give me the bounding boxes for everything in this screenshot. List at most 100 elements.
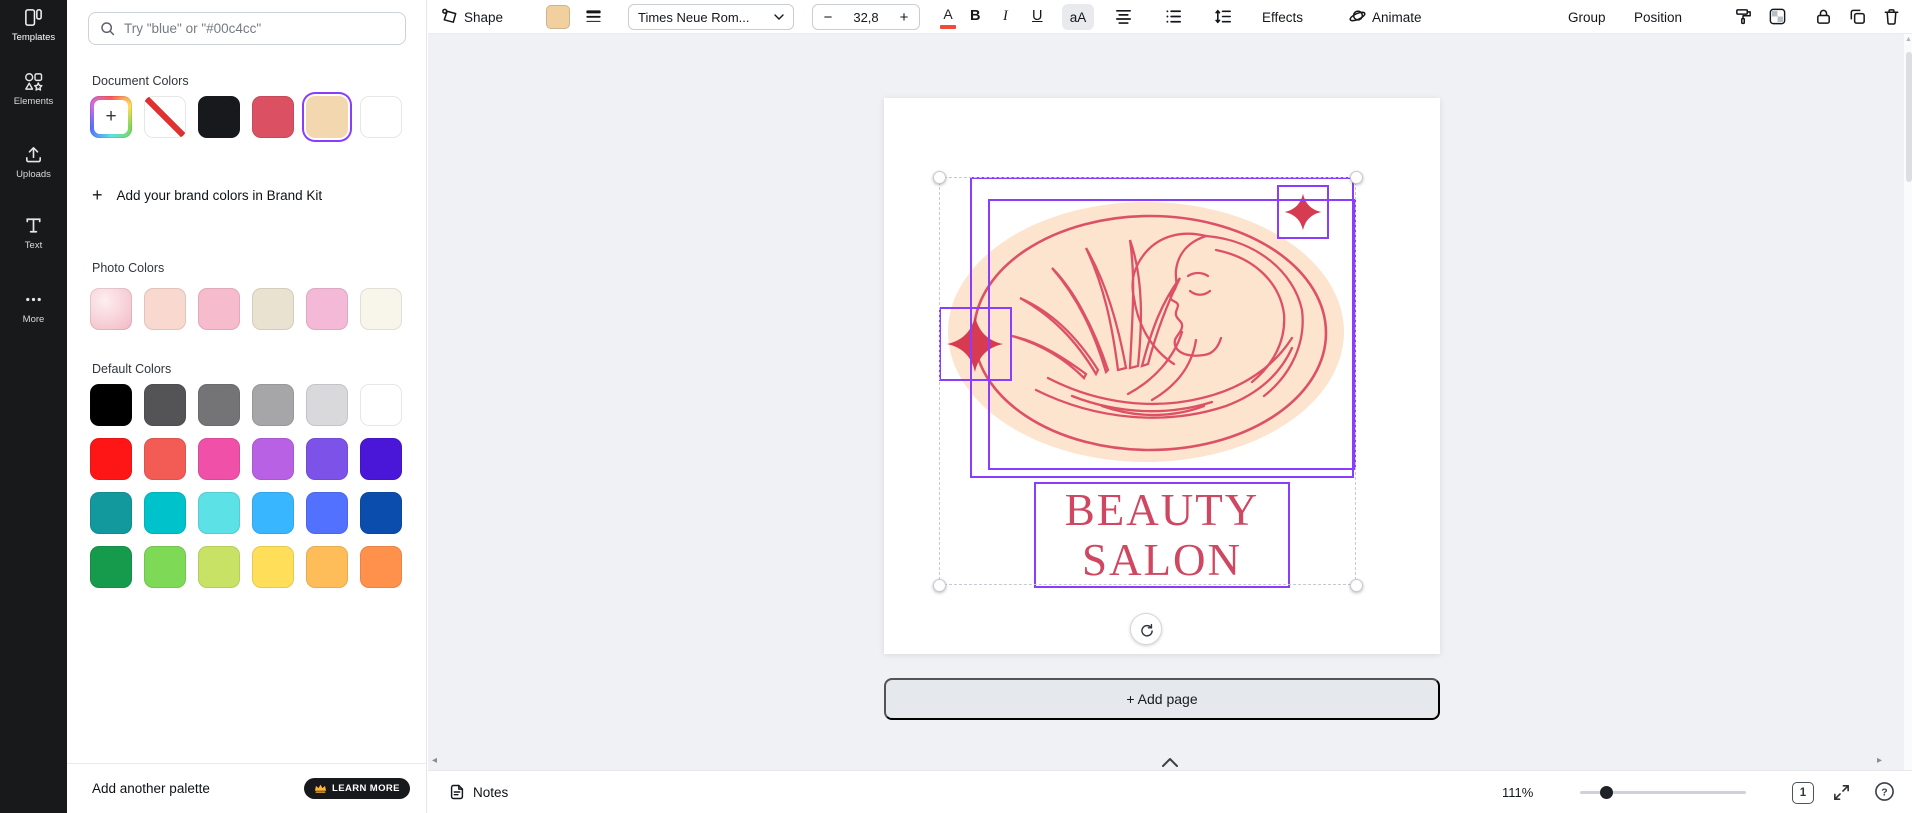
vertical-scrollbar[interactable]: ▲: [1903, 34, 1912, 770]
sidebar-item-uploads[interactable]: Uploads: [0, 144, 67, 180]
photo-color-swatch[interactable]: [198, 288, 240, 330]
transparency-icon[interactable]: [1768, 7, 1787, 26]
document-colors-title: Document Colors: [92, 74, 189, 88]
color-swatch-red[interactable]: [252, 96, 294, 138]
zoom-level[interactable]: 111%: [1502, 785, 1533, 800]
scroll-left-icon[interactable]: ◂: [432, 755, 437, 766]
fill-color-swatch[interactable]: [546, 5, 570, 29]
resize-handle-top-right[interactable]: [1350, 171, 1363, 184]
default-color-swatch[interactable]: [144, 384, 186, 426]
scroll-up-icon[interactable]: ▲: [1905, 36, 1912, 43]
spacing-icon[interactable]: [1214, 7, 1233, 26]
default-color-swatch[interactable]: [198, 384, 240, 426]
add-another-palette-link[interactable]: Add another palette: [92, 781, 210, 796]
notes-button[interactable]: Notes: [448, 783, 508, 801]
decrease-font-size-button[interactable]: −: [813, 9, 843, 26]
default-color-swatch[interactable]: [252, 438, 294, 480]
color-swatch-peach-selected[interactable]: [306, 96, 348, 138]
case-button[interactable]: aA: [1062, 4, 1094, 30]
default-color-swatch[interactable]: [198, 438, 240, 480]
text-color-bar: [940, 25, 956, 29]
default-color-swatch[interactable]: [306, 438, 348, 480]
bold-button[interactable]: B: [970, 8, 980, 24]
expand-panel-chevron[interactable]: [1161, 757, 1179, 768]
border-style-icon[interactable]: [584, 7, 603, 26]
rotate-handle[interactable]: [1130, 613, 1162, 645]
rail-item-label: Elements: [0, 96, 67, 107]
help-icon[interactable]: ?: [1874, 781, 1895, 802]
default-color-swatch[interactable]: [306, 546, 348, 588]
default-color-swatch[interactable]: [360, 492, 402, 534]
selection-bounding-box[interactable]: [939, 177, 1356, 585]
search-input[interactable]: [124, 21, 395, 36]
position-button[interactable]: Position: [1634, 10, 1682, 25]
color-swatch-white[interactable]: [360, 96, 402, 138]
duplicate-icon[interactable]: [1848, 7, 1867, 26]
scroll-right-icon[interactable]: ▸: [1877, 755, 1882, 766]
list-icon[interactable]: [1164, 7, 1183, 26]
lock-icon[interactable]: [1814, 7, 1833, 26]
chevron-down-icon: [774, 14, 784, 20]
color-swatch-black[interactable]: [198, 96, 240, 138]
default-color-swatch[interactable]: [90, 438, 132, 480]
text-color-button[interactable]: A: [938, 6, 958, 29]
photo-color-swatch[interactable]: [144, 288, 186, 330]
effects-button[interactable]: Effects: [1262, 10, 1303, 25]
default-color-swatch[interactable]: [360, 384, 402, 426]
shape-icon[interactable]: [440, 7, 459, 26]
add-page-button[interactable]: + Add page: [884, 678, 1440, 720]
sidebar-item-text[interactable]: Text: [0, 215, 67, 251]
shape-button[interactable]: Shape: [464, 10, 503, 25]
resize-handle-bottom-left[interactable]: [933, 579, 946, 592]
font-family-select[interactable]: Times Neue Rom...: [628, 4, 794, 30]
photo-color-swatch[interactable]: [360, 288, 402, 330]
animate-button[interactable]: Animate: [1372, 10, 1422, 25]
add-color-swatch[interactable]: +: [90, 96, 132, 138]
no-color-swatch[interactable]: [144, 96, 186, 138]
default-color-swatch[interactable]: [198, 546, 240, 588]
animate-icon[interactable]: [1348, 7, 1367, 26]
sidebar-item-more[interactable]: More: [0, 289, 67, 325]
default-color-swatch[interactable]: [90, 384, 132, 426]
default-color-swatch[interactable]: [252, 384, 294, 426]
photo-color-swatch[interactable]: [252, 288, 294, 330]
default-color-swatch[interactable]: [144, 438, 186, 480]
copy-style-icon[interactable]: [1734, 7, 1753, 26]
svg-text:?: ?: [1881, 786, 1887, 798]
italic-button[interactable]: I: [1003, 8, 1008, 25]
default-color-swatch[interactable]: [198, 492, 240, 534]
learn-more-badge[interactable]: LEARN MORE: [304, 778, 410, 799]
plus-icon: +: [92, 186, 103, 204]
default-color-swatch[interactable]: [90, 492, 132, 534]
photo-color-swatch[interactable]: [90, 288, 132, 330]
default-color-swatch[interactable]: [252, 546, 294, 588]
zoom-slider-thumb[interactable]: [1600, 786, 1613, 799]
default-color-swatch[interactable]: [144, 546, 186, 588]
default-color-swatch[interactable]: [306, 384, 348, 426]
default-color-swatch[interactable]: [306, 492, 348, 534]
default-color-swatch[interactable]: [90, 546, 132, 588]
default-colors-row-1: [90, 384, 402, 426]
fullscreen-icon[interactable]: [1832, 783, 1851, 802]
default-color-swatch[interactable]: [252, 492, 294, 534]
rail-item-label: More: [0, 314, 67, 325]
photo-color-swatch[interactable]: [306, 288, 348, 330]
sidebar-item-templates[interactable]: Templates: [0, 7, 67, 43]
group-button[interactable]: Group: [1568, 10, 1606, 25]
default-color-swatch[interactable]: [360, 438, 402, 480]
vertical-scrollbar-thumb[interactable]: [1906, 52, 1912, 182]
brand-kit-link[interactable]: + Add your brand colors in Brand Kit: [92, 182, 322, 208]
text-align-icon[interactable]: [1114, 7, 1133, 26]
search-box[interactable]: [88, 12, 406, 45]
default-color-swatch[interactable]: [144, 492, 186, 534]
default-color-swatch[interactable]: [360, 546, 402, 588]
font-size-value[interactable]: 32,8: [843, 10, 889, 25]
delete-icon[interactable]: [1882, 7, 1901, 26]
resize-handle-top-left[interactable]: [933, 171, 946, 184]
sidebar-item-elements[interactable]: Elements: [0, 71, 67, 107]
page-indicator[interactable]: 1: [1792, 782, 1814, 804]
increase-font-size-button[interactable]: +: [889, 9, 919, 26]
resize-handle-bottom-right[interactable]: [1350, 579, 1363, 592]
underline-button[interactable]: U: [1032, 8, 1042, 24]
default-colors-row-3: [90, 492, 402, 534]
